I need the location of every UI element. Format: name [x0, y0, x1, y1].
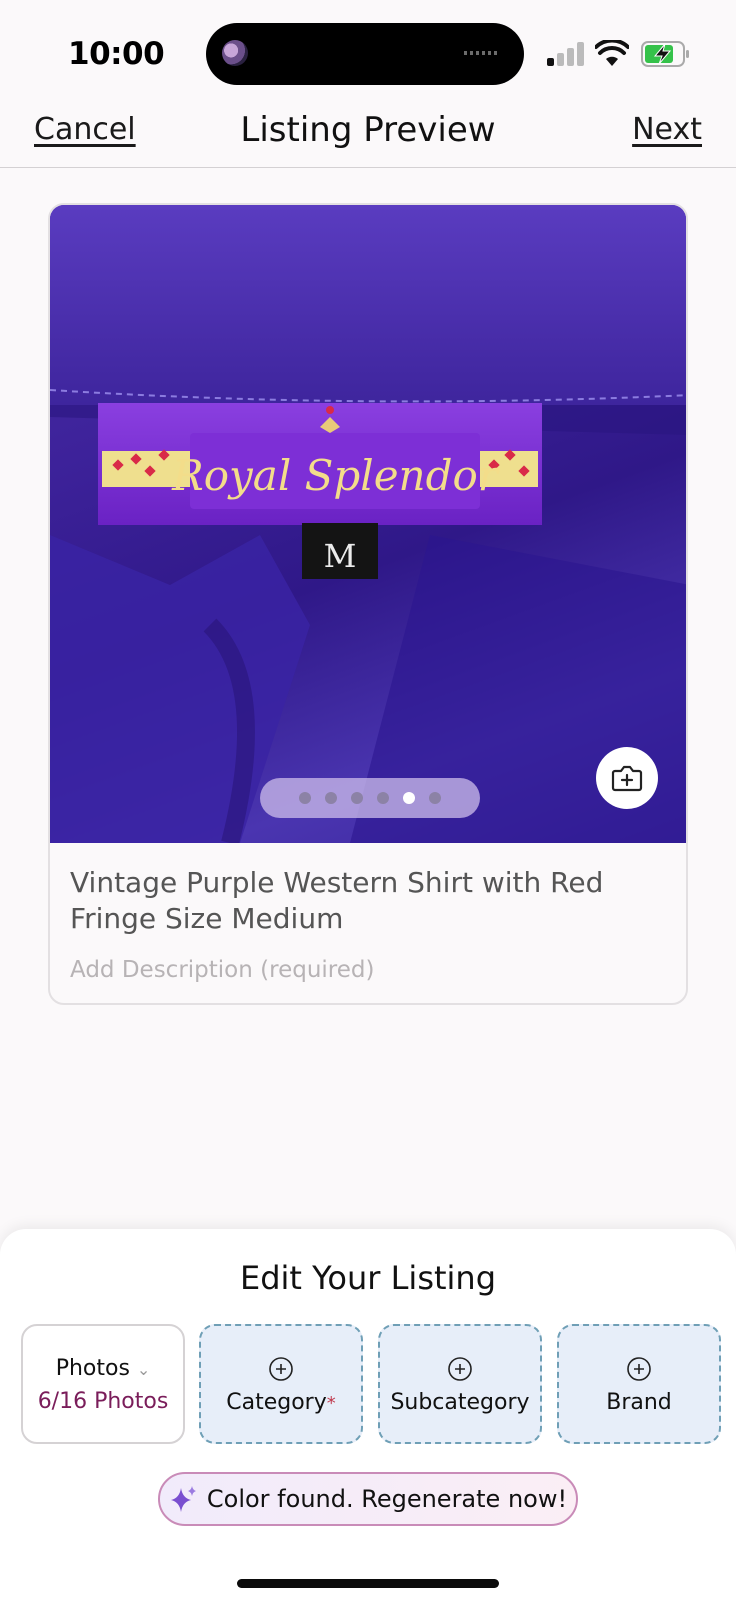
battery-charging-icon [641, 41, 689, 67]
carousel-dot[interactable] [377, 792, 389, 804]
live-activity-thumbnail [222, 40, 248, 66]
next-button[interactable]: Next [632, 112, 702, 147]
category-tile[interactable]: Category* [199, 1324, 363, 1444]
description-field[interactable]: Add Description (required) [70, 957, 374, 983]
subcategory-tile[interactable]: Subcategory [378, 1324, 542, 1444]
carousel-dot[interactable] [403, 792, 415, 804]
carousel-page-indicator[interactable] [260, 778, 480, 818]
wifi-icon [595, 40, 629, 66]
navigation-bar: Cancel Listing Preview Next [0, 104, 736, 168]
carousel-dot[interactable] [351, 792, 363, 804]
brand-tile-label: Brand [606, 1390, 672, 1415]
carousel-dot[interactable] [325, 792, 337, 804]
required-marker: * [326, 1393, 336, 1414]
carousel-dot[interactable] [299, 792, 311, 804]
status-bar: 10:00 [0, 0, 736, 104]
brand-tile[interactable]: Brand [557, 1324, 721, 1444]
listing-title[interactable]: Vintage Purple Western Shirt with Red Fr… [70, 865, 670, 937]
sheet-title: Edit Your Listing [239, 1259, 497, 1297]
regenerate-text: Color found. Regenerate now! [206, 1485, 568, 1513]
regenerate-button[interactable]: Color found. Regenerate now! [158, 1472, 578, 1526]
carousel-dot[interactable] [429, 792, 441, 804]
chevron-down-icon: ⌄ [136, 1360, 151, 1379]
edit-listing-sheet: Edit Your Listing Photos ⌄ 6/16 Photos C… [0, 1229, 736, 1600]
home-indicator [237, 1579, 499, 1588]
dynamic-island [206, 23, 524, 85]
photo-size-tag-text: M [324, 537, 357, 575]
photos-tile[interactable]: Photos ⌄ 6/16 Photos [21, 1324, 185, 1444]
add-photo-button[interactable] [596, 747, 658, 809]
add-circle-icon [269, 1357, 293, 1381]
category-tile-header: Category* [201, 1390, 361, 1415]
listing-photo: Royal Splendor M [50, 205, 686, 843]
add-circle-icon [448, 1357, 472, 1381]
photos-count: 6/16 Photos [37, 1389, 169, 1414]
camera-plus-icon [611, 765, 643, 792]
page-title: Listing Preview [240, 110, 496, 150]
activity-indicator [464, 51, 498, 55]
photos-tile-label: Photos [55, 1356, 130, 1381]
category-tile-label: Category [226, 1390, 327, 1415]
listing-photo-carousel[interactable]: Royal Splendor M [50, 205, 686, 843]
signal-icon [547, 42, 585, 66]
add-circle-icon [627, 1357, 651, 1381]
photos-tile-header: Photos ⌄ [23, 1356, 183, 1381]
subcategory-tile-label: Subcategory [390, 1390, 530, 1415]
edit-tiles-row: Photos ⌄ 6/16 Photos Category* Subcatego… [20, 1324, 722, 1444]
photo-brand-label-text: Royal Splendor [171, 451, 501, 500]
sparkle-icon [170, 1486, 196, 1512]
listing-preview-card: Royal Splendor M Vintage Purple Western … [48, 203, 688, 1005]
status-time: 10:00 [68, 36, 165, 72]
